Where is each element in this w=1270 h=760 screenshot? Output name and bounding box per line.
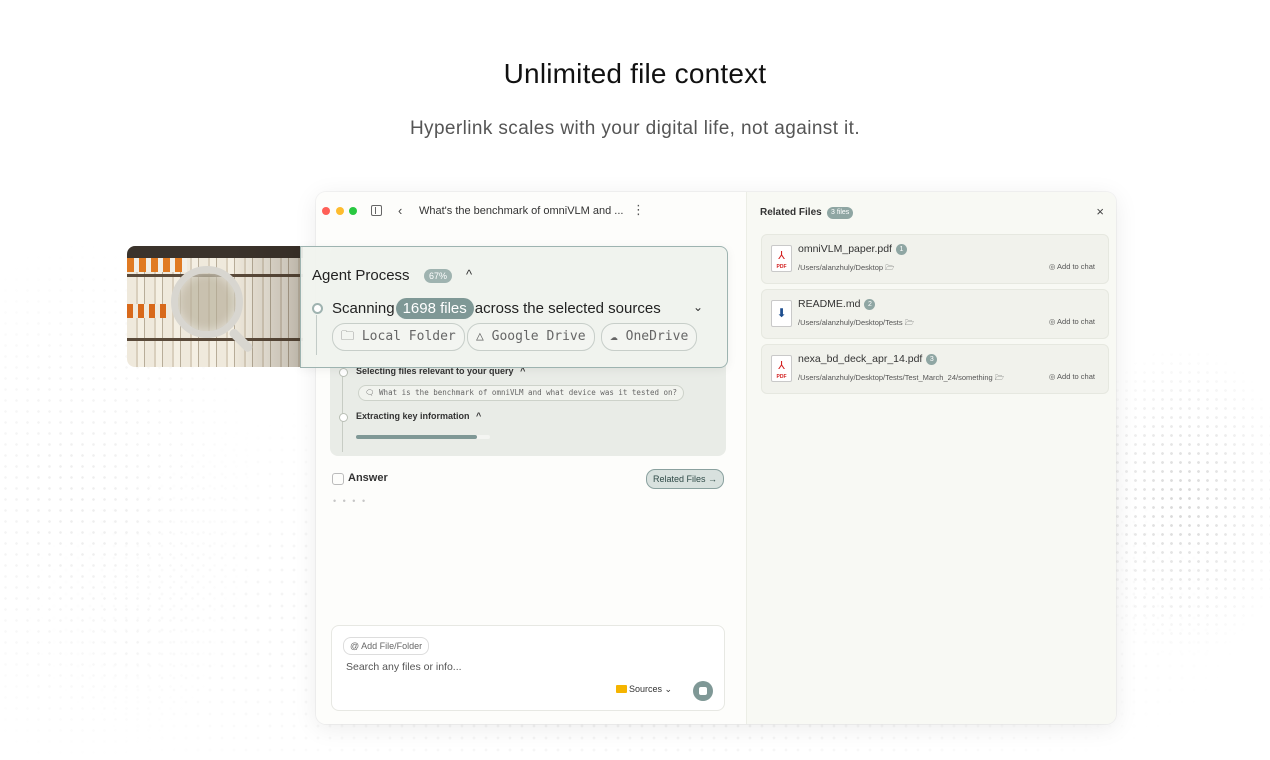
related-files-panel: Related Files 3 files × ⅄ PDF omniVLM_pap…: [746, 192, 1116, 724]
query-chip: 🗨 What is the benchmark of omniVLM and w…: [358, 385, 685, 401]
source-chip-onedrive[interactable]: ☁ OneDrive: [601, 323, 698, 351]
zoom-window-button[interactable]: [349, 207, 357, 215]
agent-process-title: Agent Process: [312, 267, 410, 284]
scan-count-pill: 1698 files: [395, 298, 474, 319]
extract-progress-bar: [356, 435, 490, 439]
agent-process-overlay: Agent Process 67% ^ Scanning 1698 files ac…: [300, 246, 728, 368]
source-label: Local Folder: [361, 329, 456, 344]
magnifier-icon: [171, 266, 243, 338]
hero-title: Unlimited file context: [503, 58, 767, 89]
file-number-badge: 2: [864, 299, 876, 310]
chat-title: What's the benchmark of omniVLM and ...: [419, 205, 624, 217]
file-name-text: README.md: [798, 298, 861, 310]
step-dot: [312, 303, 323, 314]
file-card[interactable]: ⅄ PDF omniVLM_paper.pdf 1 /Users/alanzhuly…: [761, 234, 1109, 284]
step-label: Extracting key information: [356, 411, 470, 421]
back-icon[interactable]: ‹: [398, 203, 402, 218]
scanning-status: Scanning 1698 files across the selected so…: [332, 298, 661, 319]
file-path[interactable]: /Users/alanzhuly/Desktop 🗁: [798, 262, 894, 275]
related-files-button[interactable]: Related Files →: [646, 469, 725, 489]
source-label: Google Drive: [491, 329, 586, 344]
folder-icon: 🗀: [341, 329, 355, 344]
step-extract-info[interactable]: Extracting key information ^: [356, 411, 481, 421]
extract-progress-fill: [356, 435, 477, 439]
chevron-down-icon[interactable]: ⌄: [693, 300, 703, 314]
close-window-button[interactable]: [322, 207, 330, 215]
scan-suffix: across the selected sources: [474, 300, 661, 317]
source-chip-local-folder[interactable]: 🗀 Local Folder: [332, 323, 465, 351]
file-path[interactable]: /Users/alanzhuly/Desktop/Tests 🗁: [798, 317, 914, 330]
answer-label: Answer: [348, 472, 388, 484]
composer: @ Add File/Folder Sources ⌄: [331, 625, 725, 711]
step-timeline: [316, 315, 317, 355]
step-dot: [339, 368, 348, 377]
stop-button[interactable]: [693, 681, 713, 701]
file-path[interactable]: /Users/alanzhuly/Desktop/Tests/Test_Marc…: [798, 372, 1004, 385]
titlebar: ‹ What's the benchmark of omniVLM and ..…: [316, 192, 746, 232]
add-to-chat-button[interactable]: ◎ Add to chat: [1049, 317, 1095, 326]
agent-progress-badge: 67%: [424, 269, 453, 283]
file-name-text: nexa_bd_deck_apr_14.pdf: [798, 353, 923, 365]
collapse-chevron-icon[interactable]: ^: [466, 267, 472, 282]
minimize-window-button[interactable]: [336, 207, 344, 215]
search-input[interactable]: [344, 660, 708, 674]
step-dot: [339, 413, 348, 422]
add-to-chat-button[interactable]: ◎ Add to chat: [1049, 262, 1095, 271]
query-chip-text: What is the benchmark of omniVLM and wha…: [379, 388, 678, 397]
markdown-file-icon: ⬇: [771, 300, 792, 327]
sources-label: Sources ⌄: [629, 684, 673, 694]
close-icon[interactable]: ×: [1096, 204, 1104, 219]
file-name: README.md 2: [798, 298, 876, 310]
file-name: nexa_bd_deck_apr_14.pdf 3: [798, 353, 938, 365]
file-card[interactable]: ⬇ README.md 2 /Users/alanzhuly/Desktop/Te…: [761, 289, 1109, 339]
step-timeline: [342, 372, 343, 452]
file-card[interactable]: ⅄ PDF nexa_bd_deck_apr_14.pdf 3 /Users/ala…: [761, 344, 1109, 394]
related-files-title: Related Files: [760, 207, 822, 218]
pdf-file-icon: ⅄ PDF: [771, 355, 792, 382]
cloud-icon: ☁: [610, 329, 618, 344]
add-to-chat-button[interactable]: ◎ Add to chat: [1049, 372, 1095, 381]
answer-icon: [332, 473, 344, 485]
sidebar-toggle-icon[interactable]: [371, 205, 382, 216]
source-chip-google-drive[interactable]: △ Google Drive: [467, 323, 595, 351]
chevron-up-icon: ^: [476, 411, 482, 421]
sources-dropdown[interactable]: Sources ⌄: [616, 684, 672, 695]
chat-bubble-icon: 🗨: [365, 388, 380, 397]
source-label: OneDrive: [625, 329, 689, 344]
file-number-badge: 3: [926, 354, 938, 365]
more-options-icon[interactable]: ⋮: [632, 202, 645, 218]
file-name-text: omniVLM_paper.pdf: [798, 243, 892, 255]
folder-icon: [616, 685, 627, 693]
file-name: omniVLM_paper.pdf 1: [798, 243, 907, 255]
scan-prefix: Scanning: [332, 300, 395, 317]
google-drive-icon: △: [476, 329, 484, 344]
typing-indicator: • • • •: [333, 496, 368, 506]
pdf-file-icon: ⅄ PDF: [771, 245, 792, 272]
file-count-badge: 3 files: [827, 207, 854, 219]
file-cabinet-photo: [127, 246, 303, 367]
hero-subtitle: Hyperlink scales with your digital life,…: [409, 118, 861, 139]
add-file-folder-button[interactable]: @ Add File/Folder: [343, 637, 430, 655]
file-number-badge: 1: [895, 244, 907, 255]
